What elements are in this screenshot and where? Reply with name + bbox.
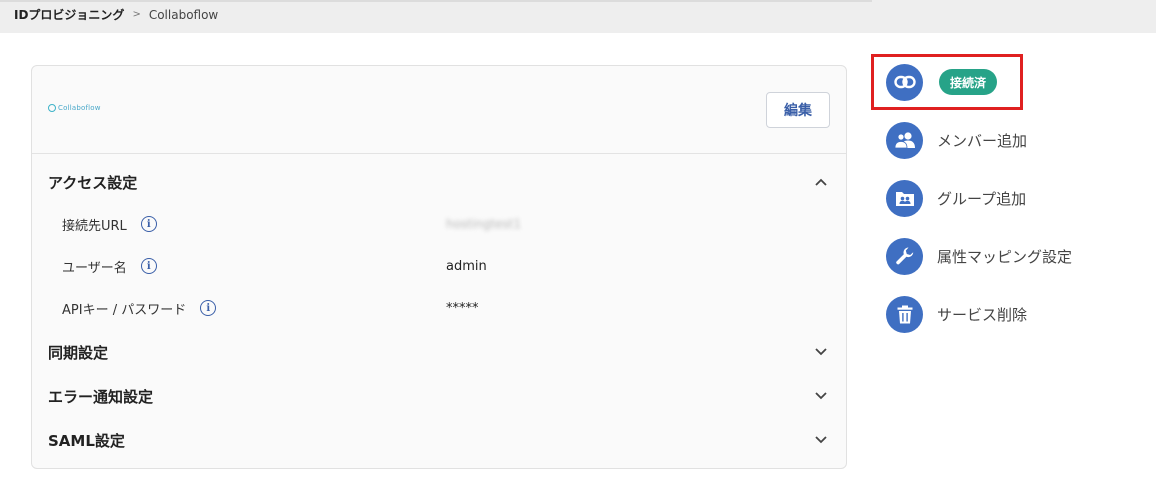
breadcrumb: IDプロビジョニング > Collaboflow (14, 6, 218, 23)
breadcrumb-separator: > (132, 9, 141, 20)
field-value-api-key: ***** (446, 300, 479, 316)
field-label-api-key: APIキー / パスワード (62, 302, 187, 318)
side-item-attribute-mapping[interactable]: 属性マッピング設定 (886, 237, 1072, 275)
top-bar: IDプロビジョニング > Collaboflow (0, 0, 1156, 33)
card-header: Collaboflow 編集 (32, 66, 846, 154)
section-sync-title: 同期設定 (48, 343, 109, 362)
add-member-icon (886, 121, 923, 159)
info-icon[interactable]: i (140, 216, 157, 232)
field-value-url: hostingtest1 (446, 217, 522, 231)
field-row-username: ユーザー名 i admin (32, 253, 846, 279)
section-access-title: アクセス設定 (48, 173, 138, 192)
logo-text: Collaboflow (58, 104, 101, 112)
side-item-label: メンバー追加 (937, 131, 1028, 150)
side-item-delete-service[interactable]: サービス削除 (886, 295, 1027, 333)
breadcrumb-root-link[interactable]: IDプロビジョニング (14, 6, 124, 23)
field-label-url: 接続先URL (62, 218, 127, 234)
field-value-username: admin (446, 258, 487, 274)
connected-status-badge: 接続済 (939, 69, 998, 95)
top-divider (0, 0, 872, 2)
trash-icon (886, 295, 923, 333)
side-item-add-group[interactable]: グループ追加 (886, 179, 1026, 217)
info-icon[interactable]: i (140, 258, 157, 274)
field-label-username: ユーザー名 (62, 260, 127, 276)
connection-status-item: 接続済 (886, 63, 998, 101)
field-row-api-key: APIキー / パスワード i ***** (32, 295, 846, 321)
section-error-notify-header[interactable]: エラー通知設定 (32, 380, 846, 412)
wrench-icon (886, 237, 923, 275)
chevron-up-icon[interactable] (814, 175, 828, 189)
link-icon (886, 63, 923, 101)
chevron-down-icon[interactable] (814, 433, 828, 447)
section-access-header[interactable]: アクセス設定 (32, 166, 846, 198)
section-sync-header[interactable]: 同期設定 (32, 336, 846, 368)
logo-mark-icon (48, 104, 56, 112)
breadcrumb-current: Collaboflow (148, 7, 219, 22)
section-saml-title: SAML設定 (48, 431, 125, 450)
info-icon[interactable]: i (200, 300, 217, 316)
service-settings-card: Collaboflow 編集 アクセス設定 接続先URL i hostingte… (31, 65, 847, 469)
side-item-add-member[interactable]: メンバー追加 (886, 121, 1027, 159)
chevron-down-icon[interactable] (814, 345, 828, 359)
chevron-down-icon[interactable] (814, 389, 828, 403)
side-item-label: 属性マッピング設定 (937, 247, 1073, 266)
service-logo: Collaboflow (48, 104, 101, 112)
edit-button[interactable]: 編集 (766, 92, 830, 128)
add-group-icon (886, 179, 923, 217)
section-error-notify-title: エラー通知設定 (48, 387, 154, 406)
field-row-url: 接続先URL i hostingtest1 (32, 211, 846, 237)
section-saml-header[interactable]: SAML設定 (32, 424, 846, 456)
side-item-label: グループ追加 (937, 189, 1027, 208)
side-item-label: サービス削除 (937, 305, 1028, 324)
